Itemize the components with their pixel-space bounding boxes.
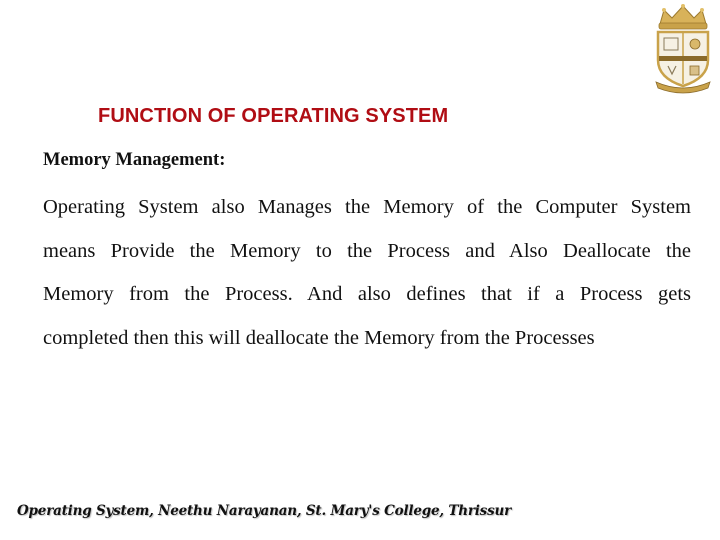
paragraph-line: Memory from the Process. And also define… (43, 283, 691, 305)
paragraph-line: completed then this will deallocate the … (43, 326, 595, 349)
section-heading: Memory Management: (43, 150, 226, 170)
college-crest-logo (650, 2, 716, 94)
paragraph-line: means Provide the Memory to the Process … (43, 239, 691, 262)
slide-title: FUNCTION OF OPERATING SYSTEM (98, 105, 449, 127)
college-crest-icon (655, 4, 711, 94)
paragraph-line: Operating System also Manages the Memory… (43, 196, 691, 218)
body-paragraph: Operating System also Manages the Memory… (43, 186, 691, 360)
slide-footer: Operating System, Neethu Narayanan, St. … (17, 503, 511, 519)
